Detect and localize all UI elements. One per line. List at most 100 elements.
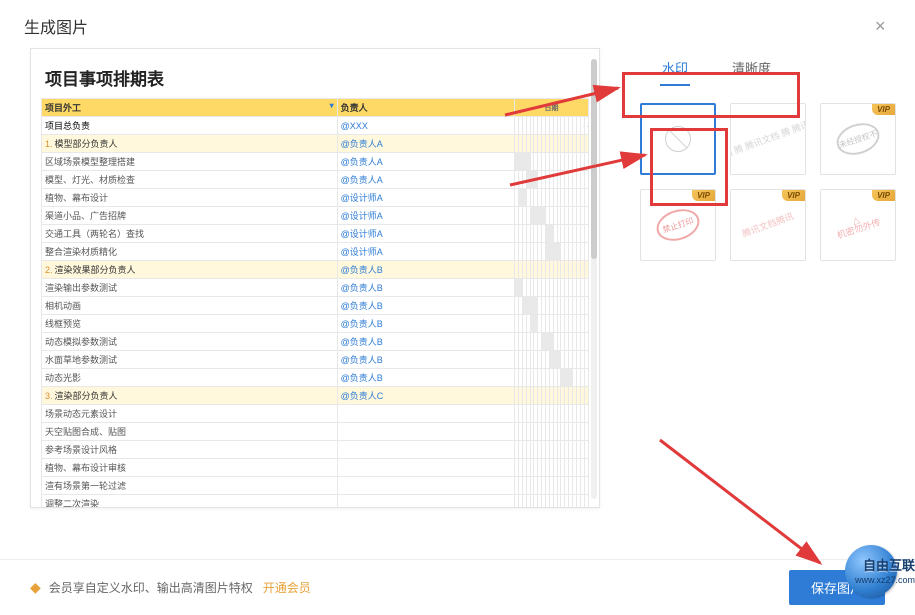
table-row: 场景动态元素设计 — [42, 405, 589, 423]
owner-cell: @负责人B — [337, 369, 514, 387]
task-cell: 参考场景设计风格 — [42, 441, 338, 459]
col-owner: 负责人 — [337, 99, 514, 117]
owner-cell: @设计师A — [337, 189, 514, 207]
task-cell: 交通工具（两轮名）查找 — [42, 225, 338, 243]
task-cell: 2.渲染效果部分负责人 — [42, 261, 338, 279]
table-row: 3.渲染部分负责人@负责人C — [42, 387, 589, 405]
tabs: 水印 清晰度 — [640, 48, 896, 85]
watermark-text-red[interactable]: VIP 腾讯文档腾讯 — [730, 189, 806, 261]
col-task: 项目外工▾ — [42, 99, 338, 117]
table-row: 植物、幕布设计@设计师A — [42, 189, 589, 207]
task-cell: 1.模型部分负责人 — [42, 135, 338, 153]
watermark-stamp-unauth[interactable]: VIP 未经授权不 — [820, 103, 896, 175]
watermark-stamp-noprint[interactable]: VIP 禁止打印 — [640, 189, 716, 261]
vip-badge: VIP — [782, 190, 805, 201]
date-cell: 4月3日 — [584, 117, 588, 135]
none-icon — [665, 126, 691, 152]
owner-cell: @设计师A — [337, 243, 514, 261]
close-icon[interactable]: × — [875, 18, 891, 34]
task-cell: 天空贴图合成、贴图 — [42, 423, 338, 441]
watermark-stamp-confidential[interactable]: VIP △机密勿外传 — [820, 189, 896, 261]
owner-cell: @负责人B — [337, 297, 514, 315]
task-cell: 整合渲染材质精化 — [42, 243, 338, 261]
table-row: 相机动画@负责人B — [42, 297, 589, 315]
modal-title: 生成图片 — [24, 14, 88, 38]
owner-cell: @负责人A — [337, 171, 514, 189]
table-row: 2.渲染效果部分负责人@负责人B — [42, 261, 589, 279]
preview-box: 项目事项排期表 项目外工▾ 负责人 日期 项目总负责 @XXX 2月1日2月2日… — [30, 48, 600, 508]
task-cell: 区域场景模型整理搭建 — [42, 153, 338, 171]
table-row: 交通工具（两轮名）查找@设计师A — [42, 225, 589, 243]
watermark-none[interactable] — [640, 103, 716, 175]
generate-image-modal: 生成图片 × 项目事项排期表 项目外工▾ 负责人 日期 项目总负责 @XXX — [0, 0, 915, 615]
tab-clarity[interactable]: 清晰度 — [710, 48, 793, 85]
tab-watermark[interactable]: 水印 — [640, 48, 710, 85]
preview-scrollbar[interactable] — [591, 59, 597, 499]
owner-cell — [337, 459, 514, 477]
table-row: 参考场景设计风格 — [42, 441, 589, 459]
wm-text: 腾讯文档腾讯 — [741, 211, 795, 240]
owner-cell: @负责人B — [337, 315, 514, 333]
task-cell: 动态模拟参数测试 — [42, 333, 338, 351]
table-row: 渲染输出参数测试@负责人B — [42, 279, 589, 297]
table-row: 1.模型部分负责人@负责人A — [42, 135, 589, 153]
table-row: 动态模拟参数测试@负责人B — [42, 333, 589, 351]
table-row: 调整二次渲染 — [42, 495, 589, 509]
first-row-task: 项目总负责 — [42, 117, 338, 135]
stamp-icon: 禁止打印 — [652, 204, 703, 246]
watermark-text-gray[interactable]: 腾讯文档 腾 腾讯文档 腾 腾讯文档 腾 — [730, 103, 806, 175]
task-cell: 模型、灯光、材质检查 — [42, 171, 338, 189]
filter-icon[interactable]: ▾ — [330, 101, 334, 110]
task-cell: 调整二次渲染 — [42, 495, 338, 509]
table-row: 整合渲染材质精化@设计师A — [42, 243, 589, 261]
task-cell: 植物、幕布设计 — [42, 189, 338, 207]
task-cell: 3.渲染部分负责人 — [42, 387, 338, 405]
table-row: 植物、幕布设计审核 — [42, 459, 589, 477]
owner-cell: @负责人C — [337, 387, 514, 405]
upgrade-link[interactable]: 开通会员 — [263, 579, 311, 596]
owner-cell — [337, 405, 514, 423]
vip-badge: VIP — [872, 190, 895, 201]
task-cell: 线框预览 — [42, 315, 338, 333]
owner-cell — [337, 495, 514, 509]
task-cell: 场景动态元素设计 — [42, 405, 338, 423]
options-column: 水印 清晰度 腾讯文档 腾 腾讯文档 腾 腾讯文档 腾 VIP 未经授权不 VI… — [600, 48, 896, 518]
logo-url: www.xz27.com — [855, 575, 915, 585]
task-cell: 动态光影 — [42, 369, 338, 387]
col-dates: 日期 — [515, 99, 589, 117]
owner-cell: @负责人A — [337, 153, 514, 171]
table-row: 渲有场景第一轮过滤 — [42, 477, 589, 495]
owner-cell: @负责人B — [337, 261, 514, 279]
table-row: 渠道小品、广告招牌@设计师A — [42, 207, 589, 225]
owner-cell — [337, 423, 514, 441]
watermark-grid: 腾讯文档 腾 腾讯文档 腾 腾讯文档 腾 VIP 未经授权不 VIP 禁止打印 … — [640, 103, 896, 261]
owner-cell: @负责人B — [337, 333, 514, 351]
table-row: 动态光影@负责人B — [42, 369, 589, 387]
task-cell: 渠道小品、广告招牌 — [42, 207, 338, 225]
owner-cell — [337, 477, 514, 495]
diamond-icon: ◆ — [30, 579, 41, 596]
task-cell: 渲染输出参数测试 — [42, 279, 338, 297]
owner-cell: @负责人B — [337, 351, 514, 369]
table-row: 模型、灯光、材质检查@负责人A — [42, 171, 589, 189]
task-cell: 植物、幕布设计审核 — [42, 459, 338, 477]
modal-body: 项目事项排期表 项目外工▾ 负责人 日期 项目总负责 @XXX 2月1日2月2日… — [0, 48, 915, 518]
vip-badge: VIP — [692, 190, 715, 201]
owner-cell: @负责人B — [337, 279, 514, 297]
sheet-title: 项目事项排期表 — [41, 59, 589, 98]
task-cell: 水面草地参数测试 — [42, 351, 338, 369]
task-cell: 渲有场景第一轮过滤 — [42, 477, 338, 495]
source-watermark: 自由互联 www.xz27.com — [845, 545, 897, 597]
logo-text: 自由互联 — [863, 555, 915, 574]
owner-cell — [337, 441, 514, 459]
table-row: 区域场景模型整理搭建@负责人A — [42, 153, 589, 171]
modal-header: 生成图片 × — [0, 0, 915, 48]
schedule-table: 项目外工▾ 负责人 日期 项目总负责 @XXX 2月1日2月2日2月3日2月4日… — [41, 98, 589, 508]
date-row: 项目总负责 @XXX 2月1日2月2日2月3日2月4日2月5日2月6日2月7日2… — [42, 117, 589, 135]
vip-badge: VIP — [872, 104, 895, 115]
wm-text: 腾讯文档 腾 腾讯文档 腾 腾讯文档 腾 — [730, 109, 806, 170]
table-header-row: 项目外工▾ 负责人 日期 — [42, 99, 589, 117]
first-row-owner: @XXX — [337, 117, 514, 135]
owner-cell: @设计师A — [337, 207, 514, 225]
promo-text: 会员享自定义水印、输出高清图片特权 — [49, 579, 253, 596]
